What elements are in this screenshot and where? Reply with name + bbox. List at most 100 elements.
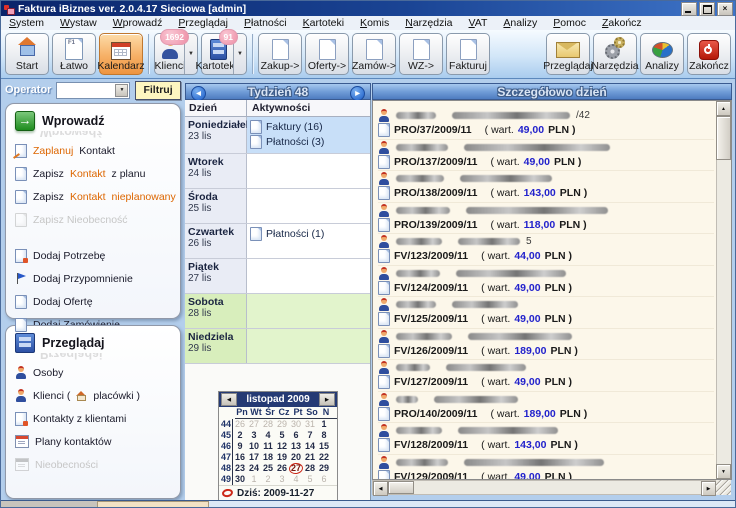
calendar-day-1[interactable]: 1 <box>247 474 261 485</box>
next-week-button[interactable]: ▶ <box>350 86 365 101</box>
activity-platnosci-1[interactable]: Płatności (1) <box>248 226 369 241</box>
menu-item-przegladaj[interactable]: Przeglądaj <box>170 16 236 30</box>
menu-item-narzedzia[interactable]: Narzędzia <box>397 16 460 30</box>
menu-item-wprowadz[interactable]: Wprowadź <box>105 16 171 30</box>
calendar-day-28[interactable]: 28 <box>261 419 275 430</box>
day-cell-wtorek[interactable]: Wtorek24 lis <box>185 154 247 188</box>
menu-item-zakoncz[interactable]: Zakończ <box>594 16 650 30</box>
calendar-day-1[interactable]: 1 <box>317 419 331 430</box>
entry-fv-128-2009-11[interactable]: FV/128/2009/11( wart.143,00PLN ) <box>378 423 714 455</box>
toolbar-button-zamow[interactable]: Zamów-> <box>352 33 396 75</box>
calendar-day-4[interactable]: 4 <box>261 430 275 441</box>
calendar-day-6[interactable]: 6 <box>317 474 331 485</box>
calendar-day-31[interactable]: 31 <box>303 419 317 430</box>
activities-cell-niedziela[interactable] <box>247 329 370 363</box>
scroll-down-button[interactable]: ▼ <box>716 464 731 479</box>
calendar-day-5[interactable]: 5 <box>303 474 317 485</box>
calendar-day-18[interactable]: 18 <box>261 452 275 463</box>
close-button[interactable]: × <box>717 2 733 16</box>
entry-fv-123-2009-11[interactable]: 5FV/123/2009/11( wart.44,00PLN ) <box>378 234 714 266</box>
entry-pro-139-2009-11[interactable]: PRO/139/2009/11( wart.118,00PLN ) <box>378 203 714 235</box>
calendar-day-2[interactable]: 2 <box>233 430 247 441</box>
activities-cell-czwartek[interactable]: Płatności (1) <box>247 224 370 258</box>
calendar-day-26[interactable]: 26 <box>275 463 289 474</box>
toolbar-button-zakoncz[interactable]: Zakończ <box>687 33 731 75</box>
calendar-day-20[interactable]: 20 <box>289 452 303 463</box>
activities-cell-piatek[interactable] <box>247 259 370 293</box>
activities-cell-sroda[interactable] <box>247 189 370 223</box>
toolbar-button-oferty[interactable]: Oferty-> <box>305 33 349 75</box>
minimize-button[interactable] <box>681 2 697 16</box>
vertical-scroll-thumb[interactable] <box>716 116 731 160</box>
toolbar-button-przegladaj[interactable]: Przeglądaj <box>546 33 590 75</box>
calendar-day-6[interactable]: 6 <box>289 430 303 441</box>
day-cell-piatek[interactable]: Piątek27 lis <box>185 259 247 293</box>
calendar-day-14[interactable]: 14 <box>303 441 317 452</box>
operator-select[interactable] <box>56 82 130 99</box>
scroll-up-button[interactable]: ▲ <box>716 101 731 116</box>
scroll-right-button[interactable]: ▶ <box>701 481 716 496</box>
toolbar-button-start[interactable]: Start <box>5 33 49 75</box>
calendar-day-12[interactable]: 12 <box>275 441 289 452</box>
entry-pro-138-2009-11[interactable]: PRO/138/2009/11( wart.143,00PLN ) <box>378 171 714 203</box>
menu-item-pomoc[interactable]: Pomoc <box>545 16 594 30</box>
calendar-day-3[interactable]: 3 <box>247 430 261 441</box>
menu-item-platnosci[interactable]: Płatności <box>236 16 295 30</box>
link-plany-kontaktow[interactable]: Plany kontaktów <box>15 430 175 453</box>
entry-pro-140-2009-11[interactable]: PRO/140/2009/11( wart.189,00PLN ) <box>378 392 714 424</box>
menu-item-kartoteki[interactable]: Kartoteki <box>295 16 352 30</box>
toolbar-button-narzedzia[interactable]: Narzędzia <box>593 33 637 75</box>
entry-pro-137-2009-11[interactable]: PRO/137/2009/11( wart.49,00PLN ) <box>378 140 714 172</box>
calendar-day-5[interactable]: 5 <box>275 430 289 441</box>
previous-month-button[interactable]: ◀ <box>221 393 237 406</box>
link-dodaj-oferte[interactable]: Dodaj Ofertę <box>15 290 175 313</box>
entry-fv-129-2009-11[interactable]: FV/129/2009/11( wart.49,00PLN ) <box>378 455 714 480</box>
toolbar-button-kalendarz[interactable]: Kalendarz <box>99 33 143 75</box>
filter-button[interactable]: Filtruj <box>135 81 180 100</box>
menu-item-analizy[interactable]: Analizy <box>495 16 545 30</box>
link-kontakty-z-klientami[interactable]: Kontakty z klientami <box>15 407 175 430</box>
toolbar-button-analizy[interactable]: Analizy <box>640 33 684 75</box>
calendar-day-16[interactable]: 16 <box>233 452 247 463</box>
activity-platnosci-3[interactable]: Płatności (3) <box>248 134 369 149</box>
horizontal-scroll-thumb[interactable] <box>388 481 414 494</box>
toolbar-button-kartoteka[interactable]: Kartoteka91▼ <box>201 33 247 75</box>
next-month-button[interactable]: ▶ <box>319 393 335 406</box>
vertical-scrollbar[interactable]: ▲ ▼ <box>716 101 731 479</box>
toolbar-button-zakup[interactable]: Zakup-> <box>258 33 302 75</box>
calendar-day-29[interactable]: 29 <box>317 463 331 474</box>
resize-grip[interactable] <box>716 480 731 495</box>
link-zaplanuj-kontakt[interactable]: Zaplanuj Kontakt <box>15 139 175 162</box>
toolbar-button-latwo[interactable]: F1Łatwo <box>52 33 96 75</box>
calendar-day-8[interactable]: 8 <box>317 430 331 441</box>
menu-item-vat[interactable]: VAT <box>461 16 496 30</box>
calendar-day-30[interactable]: 30 <box>233 474 247 485</box>
maximize-button[interactable] <box>699 2 715 16</box>
scroll-left-button[interactable]: ◀ <box>373 481 388 496</box>
calendar-day-25[interactable]: 25 <box>261 463 275 474</box>
link-zapisz-kontakt-z-planu[interactable]: Zapisz Kontakt z planu <box>15 162 175 185</box>
calendar-day-3[interactable]: 3 <box>275 474 289 485</box>
menu-item-system[interactable]: System <box>1 16 52 30</box>
menu-item-wystaw[interactable]: Wystaw <box>52 16 105 30</box>
activities-cell-wtorek[interactable] <box>247 154 370 188</box>
calendar-day-13[interactable]: 13 <box>289 441 303 452</box>
calendar-day-11[interactable]: 11 <box>261 441 275 452</box>
toolbar-button-wz[interactable]: WZ-> <box>399 33 443 75</box>
calendar-day-29[interactable]: 29 <box>275 419 289 430</box>
day-cell-czwartek[interactable]: Czwartek26 lis <box>185 224 247 258</box>
activities-cell-sobota[interactable] <box>247 294 370 328</box>
entry-fv-125-2009-11[interactable]: FV/125/2009/11( wart.49,00PLN ) <box>378 297 714 329</box>
calendar-day-22[interactable]: 22 <box>317 452 331 463</box>
calendar-day-30[interactable]: 30 <box>289 419 303 430</box>
day-cell-sroda[interactable]: Środa25 lis <box>185 189 247 223</box>
calendar-day-2[interactable]: 2 <box>261 474 275 485</box>
calendar-day-28[interactable]: 28 <box>303 463 317 474</box>
calendar-day-27[interactable]: 27 <box>289 463 303 474</box>
calendar-day-19[interactable]: 19 <box>275 452 289 463</box>
calendar-day-17[interactable]: 17 <box>247 452 261 463</box>
link-dodaj-potrzebe[interactable]: Dodaj Potrzebę <box>15 244 175 267</box>
calendar-day-7[interactable]: 7 <box>303 430 317 441</box>
calendar-day-27[interactable]: 27 <box>247 419 261 430</box>
day-cell-poniedzialek[interactable]: Poniedziałek23 lis <box>185 117 247 153</box>
